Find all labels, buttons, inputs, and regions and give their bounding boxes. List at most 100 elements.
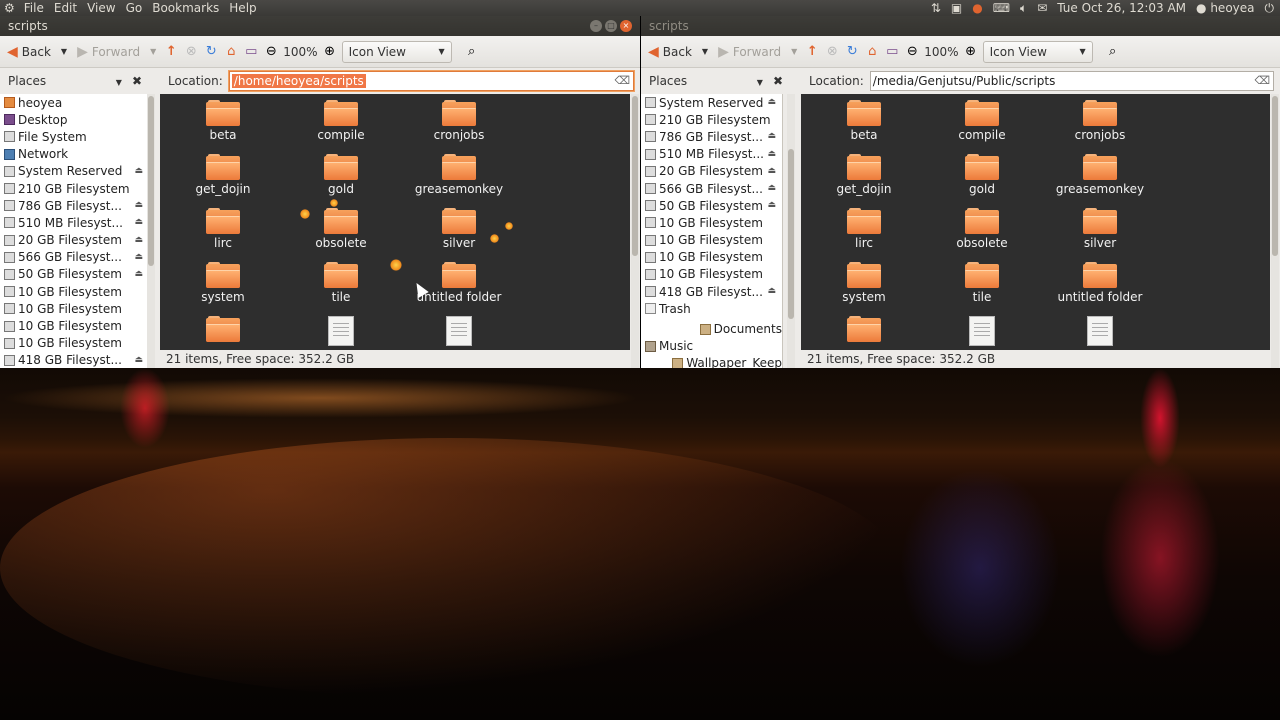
folder-item[interactable]: compile <box>927 100 1037 142</box>
folder-item[interactable]: get_dojin <box>168 154 278 196</box>
places-item[interactable]: 786 GB Filesyst... ⏏ <box>641 128 782 145</box>
content-scroll-thumb[interactable] <box>1272 96 1278 256</box>
places-item[interactable]: 418 GB Filesyst... ⏏ <box>641 283 782 300</box>
menu-view[interactable]: View <box>82 1 120 15</box>
sidebar-scrollbar[interactable] <box>147 94 155 368</box>
folder-item[interactable]: system <box>809 262 919 304</box>
eject-icon[interactable]: ⏏ <box>134 252 143 262</box>
chevron-down-icon[interactable]: ▼ <box>702 47 708 56</box>
folder-item[interactable]: get_dojin <box>809 154 919 196</box>
places-item[interactable]: Music <box>641 338 782 355</box>
places-item[interactable]: 10 GB Filesystem <box>641 266 782 283</box>
eject-icon[interactable]: ⏏ <box>134 355 143 365</box>
places-item[interactable]: Desktop <box>0 111 149 128</box>
firefox-icon[interactable]: ● <box>972 1 982 15</box>
places-item[interactable]: 50 GB Filesystem ⏏ <box>0 266 149 283</box>
folder-item[interactable] <box>168 316 278 344</box>
places-item[interactable]: 20 GB Filesystem ⏏ <box>641 163 782 180</box>
places-item[interactable]: 10 GB Filesystem <box>641 249 782 266</box>
file-item[interactable] <box>404 316 514 346</box>
places-item[interactable]: 10 GB Filesystem <box>0 283 149 300</box>
content-scrollbar[interactable] <box>631 94 639 368</box>
eject-icon[interactable]: ⏏ <box>767 97 776 107</box>
places-item[interactable]: 566 GB Filesyst... ⏏ <box>0 249 149 266</box>
window-titlebar[interactable]: scripts – □ × <box>0 16 640 36</box>
places-item[interactable]: heoyea <box>0 94 149 111</box>
folder-item[interactable]: beta <box>168 100 278 142</box>
folder-item[interactable]: lirc <box>168 208 278 250</box>
places-item[interactable]: System Reserved ⏏ <box>641 94 782 111</box>
eject-icon[interactable]: ⏏ <box>134 200 143 210</box>
close-sidebar-icon[interactable]: ✖ <box>132 74 142 88</box>
eject-icon[interactable]: ⏏ <box>767 183 776 193</box>
clear-icon[interactable]: ⌫ <box>1254 74 1270 87</box>
reload-icon[interactable]: ↻ <box>203 44 219 60</box>
eject-icon[interactable]: ⏏ <box>767 131 776 141</box>
places-item[interactable]: 786 GB Filesyst... ⏏ <box>0 197 149 214</box>
computer-icon[interactable]: ▭ <box>243 44 259 60</box>
chevron-down-icon[interactable]: ▼ <box>791 47 797 56</box>
keyboard-icon[interactable]: ⌨ <box>993 1 1010 15</box>
eject-icon[interactable]: ⏏ <box>134 269 143 279</box>
folder-item[interactable]: obsolete <box>927 208 1037 250</box>
file-item[interactable] <box>927 316 1037 346</box>
places-item[interactable]: 20 GB Filesystem ⏏ <box>0 232 149 249</box>
menu-file[interactable]: File <box>19 1 49 15</box>
folder-item[interactable]: tile <box>927 262 1037 304</box>
search-icon[interactable]: ⌕ <box>464 44 480 60</box>
places-item[interactable]: 210 GB Filesystem <box>0 180 149 197</box>
power-icon[interactable]: ⏻ <box>1265 1 1275 16</box>
volume-icon[interactable]: 🔈︎ <box>1020 1 1027 16</box>
eject-icon[interactable]: ⏏ <box>134 235 143 245</box>
folder-item[interactable]: silver <box>1045 208 1155 250</box>
eject-icon[interactable]: ⏏ <box>767 200 776 210</box>
view-mode-select[interactable]: Icon View ▼ <box>982 40 1093 63</box>
maximize-icon[interactable]: □ <box>605 20 617 32</box>
search-icon[interactable]: ⌕ <box>1105 44 1121 60</box>
home-icon[interactable]: ⌂ <box>864 44 880 60</box>
places-item[interactable]: System Reserved ⏏ <box>0 163 149 180</box>
minimize-icon[interactable]: – <box>590 20 602 32</box>
folder-item[interactable]: silver <box>404 208 514 250</box>
chevron-down-icon[interactable]: ▼ <box>116 78 122 87</box>
chevron-down-icon[interactable]: ▼ <box>757 78 763 87</box>
places-item[interactable]: 510 MB Filesyst... ⏏ <box>0 214 149 231</box>
places-item[interactable]: 10 GB Filesystem <box>0 317 149 334</box>
sidebar-scrollbar[interactable] <box>787 94 795 368</box>
places-item[interactable]: File System <box>0 128 149 145</box>
zoom-in-icon[interactable]: ⊕ <box>963 44 979 60</box>
places-label[interactable]: Places <box>8 74 46 88</box>
folder-item[interactable] <box>809 316 919 344</box>
places-item[interactable]: 50 GB Filesystem ⏏ <box>641 197 782 214</box>
sidebar-scroll-thumb[interactable] <box>788 149 794 319</box>
clock[interactable]: Tue Oct 26, 12:03 AM <box>1057 1 1186 15</box>
reload-icon[interactable]: ↻ <box>844 44 860 60</box>
content-scroll-thumb[interactable] <box>632 96 638 256</box>
location-input[interactable]: /home/heoyea/scripts ⌫ <box>228 71 634 91</box>
view-mode-select[interactable]: Icon View ▼ <box>341 40 452 63</box>
back-button[interactable]: ◀ Back ▼ <box>645 41 711 63</box>
folder-item[interactable]: compile <box>286 100 396 142</box>
eject-icon[interactable]: ⏏ <box>767 166 776 176</box>
folder-item[interactable]: cronjobs <box>404 100 514 142</box>
eject-icon[interactable]: ⏏ <box>134 217 143 227</box>
file-item[interactable] <box>286 316 396 346</box>
stop-icon[interactable]: ⊗ <box>824 44 840 60</box>
eject-icon[interactable]: ⏏ <box>134 166 143 176</box>
folder-item[interactable]: system <box>168 262 278 304</box>
places-item[interactable]: 10 GB Filesystem <box>641 214 782 231</box>
folder-item[interactable]: greasemonkey <box>404 154 514 196</box>
places-item[interactable]: Network <box>0 146 149 163</box>
file-item[interactable] <box>1045 316 1155 346</box>
places-label[interactable]: Places <box>649 74 687 88</box>
places-item[interactable]: 210 GB Filesystem <box>641 111 782 128</box>
window-indicator-icon[interactable]: ▣ <box>951 1 962 15</box>
user-menu[interactable]: ● heoyea <box>1196 1 1254 15</box>
folder-item[interactable]: beta <box>809 100 919 142</box>
menu-go[interactable]: Go <box>121 1 148 15</box>
places-item[interactable]: 418 GB Filesyst... ⏏ <box>0 352 149 368</box>
folder-item[interactable]: greasemonkey <box>1045 154 1155 196</box>
back-button[interactable]: ◀ Back ▼ <box>4 41 70 63</box>
places-item[interactable]: 566 GB Filesyst... ⏏ <box>641 180 782 197</box>
sidebar-scroll-thumb[interactable] <box>148 96 154 266</box>
